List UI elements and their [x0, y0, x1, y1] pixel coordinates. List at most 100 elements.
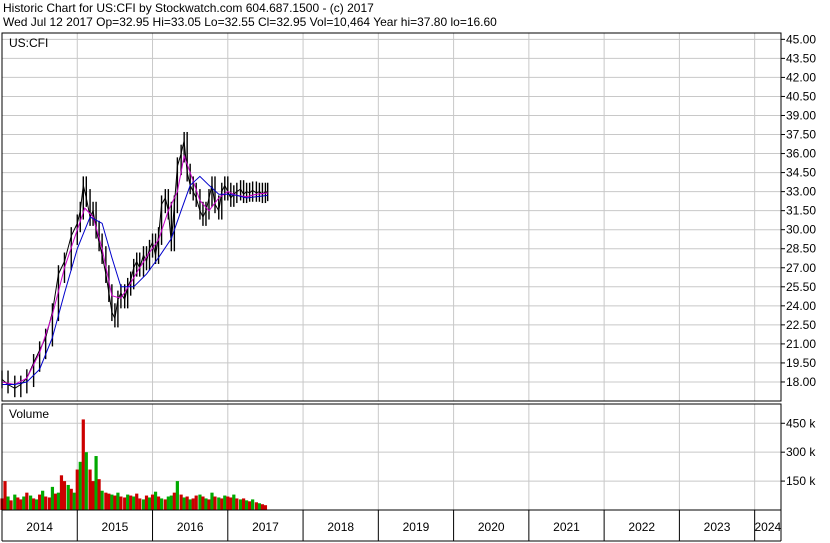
- volume-bar: [13, 494, 17, 510]
- x-tick-label: 2022: [628, 520, 655, 534]
- volume-tick-label: 150 k: [786, 474, 816, 488]
- volume-bar: [210, 492, 214, 510]
- volume-bar: [66, 484, 70, 510]
- x-tick-label: 2023: [704, 520, 731, 534]
- volume-axis-ticks: 450 k 300 k 150 k: [781, 416, 816, 488]
- x-tick-label: 2021: [553, 520, 580, 534]
- price-panel-title: US:CFI: [9, 36, 48, 50]
- volume-bar: [201, 496, 205, 510]
- volume-bar: [166, 496, 170, 510]
- x-tick-label: 2015: [102, 520, 129, 534]
- volume-marks: [0, 419, 268, 510]
- x-tick-label: 2018: [327, 520, 354, 534]
- volume-bar: [44, 496, 48, 510]
- volume-bar: [78, 461, 82, 510]
- volume-bar: [179, 494, 183, 510]
- volume-bar: [150, 494, 155, 510]
- price-grid: [2, 33, 781, 401]
- volume-bar: [123, 497, 127, 510]
- volume-bar: [223, 495, 227, 510]
- price-tick-label: 27.00: [786, 261, 816, 275]
- price-tick-label: 45.00: [786, 32, 816, 46]
- volume-bar: [129, 495, 133, 510]
- volume-bar: [3, 481, 7, 510]
- volume-bar: [156, 496, 161, 510]
- volume-bar: [260, 504, 265, 510]
- price-tick-label: 21.00: [786, 337, 816, 351]
- volume-bar: [16, 497, 20, 510]
- price-axis-ticks: 45.00 43.50 42.00 40.50 39.00 37.50 36.00 34.50…: [781, 32, 816, 389]
- volume-bar: [62, 481, 67, 510]
- volume-bar: [29, 495, 33, 510]
- volume-bar: [126, 494, 130, 510]
- volume-bar: [59, 475, 64, 510]
- volume-bar: [248, 501, 252, 510]
- volume-bar: [9, 500, 13, 510]
- volume-bar: [251, 499, 255, 510]
- volume-bar: [50, 486, 55, 510]
- volume-bar: [41, 490, 45, 510]
- volume-bar: [53, 493, 58, 510]
- price-tick-label: 18.00: [786, 375, 816, 389]
- volume-tick-label: 300 k: [786, 445, 816, 459]
- volume-bar: [116, 492, 120, 510]
- volume-bar: [113, 495, 117, 510]
- price-tick-label: 31.50: [786, 204, 816, 218]
- price-tick-label: 30.00: [786, 223, 816, 237]
- price-tick-label: 25.50: [786, 280, 816, 294]
- volume-bar: [91, 481, 95, 510]
- x-tick-label: 2019: [403, 520, 430, 534]
- price-tick-label: 34.50: [786, 166, 816, 180]
- volume-bar: [56, 492, 61, 510]
- price-tick-label: 33.00: [786, 185, 816, 199]
- volume-bar: [47, 497, 52, 510]
- volume-bar: [204, 498, 208, 510]
- volume-bar: [38, 494, 42, 510]
- volume-bar: [104, 492, 108, 510]
- volume-bar: [72, 492, 76, 510]
- volume-bar: [81, 419, 85, 510]
- volume-bar: [220, 498, 224, 510]
- volume-bar: [263, 505, 268, 510]
- price-tick-label: 43.50: [786, 51, 816, 65]
- price-tick-label: 37.50: [786, 128, 816, 142]
- volume-bar: [213, 496, 217, 510]
- volume-bar: [138, 498, 142, 510]
- stock-chart: 45.00 43.50 42.00 40.50 39.00 37.50 36.00 34.50…: [0, 32, 816, 542]
- volume-bar: [238, 499, 243, 510]
- volume-bar: [169, 495, 173, 510]
- price-tick-label: 24.00: [786, 299, 816, 313]
- price-tick-label: 40.50: [786, 89, 816, 103]
- volume-panel-title: Volume: [9, 407, 49, 421]
- price-tick-label: 42.00: [786, 70, 816, 84]
- volume-bar: [107, 493, 111, 510]
- volume-bar: [159, 498, 164, 510]
- volume-bar: [191, 498, 195, 510]
- volume-bar: [229, 497, 233, 510]
- price-tick-label: 39.00: [786, 108, 816, 122]
- volume-bar: [245, 500, 249, 510]
- x-axis-ticks: 2014 2015 2016 2017 2018 2019 2020 2021 2022 2023…: [26, 510, 781, 541]
- volume-bar: [163, 499, 167, 510]
- volume-bar: [144, 495, 149, 510]
- volume-bar: [132, 496, 136, 510]
- volume-bar: [88, 469, 92, 510]
- volume-bar: [135, 493, 139, 510]
- volume-bar: [194, 495, 198, 510]
- x-tick-label: 2014: [26, 520, 53, 534]
- volume-bar: [22, 496, 26, 510]
- volume-bar: [175, 481, 179, 510]
- volume-bar: [147, 497, 152, 510]
- volume-bar: [6, 496, 10, 510]
- volume-bar: [232, 494, 236, 510]
- x-tick-label: 2016: [177, 520, 204, 534]
- volume-bar: [207, 499, 211, 510]
- volume-bar: [97, 479, 101, 510]
- price-tick-label: 19.50: [786, 356, 816, 370]
- volume-bar: [257, 503, 262, 510]
- volume-bar: [185, 496, 189, 510]
- x-tick-label: 2017: [252, 520, 279, 534]
- volume-bar: [235, 498, 239, 510]
- volume-bar: [84, 452, 88, 510]
- volume-bar: [226, 496, 230, 510]
